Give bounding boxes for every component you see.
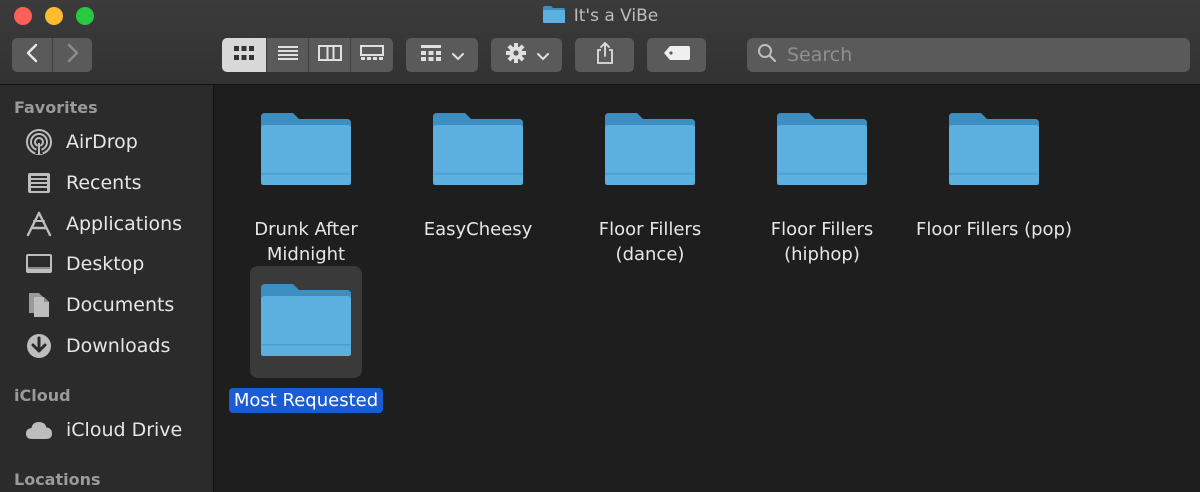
finder-window: It's a ViBe Search Favorites AirDrop Rec… [0, 0, 1200, 492]
folder-icon-wrap [250, 266, 362, 378]
icon-view-button[interactable] [222, 38, 266, 72]
chevron-down-icon [536, 46, 549, 65]
chevron-right-icon [66, 43, 80, 67]
group-by-button[interactable] [406, 38, 478, 72]
back-button[interactable] [12, 38, 52, 72]
sidebar-item-applications[interactable]: Applications [24, 207, 210, 241]
list-view-button[interactable] [266, 38, 308, 72]
sidebar-item-label: Downloads [66, 335, 171, 357]
folder-icon-wrap [422, 95, 534, 207]
gallery-icon [360, 45, 384, 65]
folder-icon-wrap [766, 95, 878, 207]
sidebar-item-label: Recents [66, 172, 142, 194]
window-title-bar: It's a ViBe [0, 3, 1200, 29]
folder-icon [947, 111, 1041, 191]
applications-icon [24, 209, 54, 239]
navigation-buttons [12, 38, 92, 72]
window-title: It's a ViBe [573, 6, 659, 26]
folder-icon-wrap [938, 95, 1050, 207]
folder-icon-wrap [250, 95, 362, 207]
grid-icon [233, 45, 255, 65]
list-icon [277, 45, 299, 65]
folder-name: Most Requested [228, 388, 384, 413]
folder-icon-wrap [594, 95, 706, 207]
folder-item[interactable]: EasyCheesy [408, 95, 548, 242]
tags-button[interactable] [647, 38, 706, 72]
gear-icon [505, 42, 527, 68]
file-browser-area: Drunk After Midnight EasyCheesy Floor Fi… [215, 85, 1200, 492]
minimize-window-button[interactable] [45, 7, 63, 25]
sidebar-item-icloud-drive[interactable]: iCloud Drive [24, 413, 210, 447]
sidebar-item-desktop[interactable]: Desktop [24, 247, 210, 281]
sidebar-item-label: Applications [66, 213, 183, 235]
icloud-icon [24, 415, 54, 445]
sidebar-item-documents[interactable]: Documents [24, 288, 210, 322]
folder-icon [775, 111, 869, 191]
sidebar-item-label: iCloud Drive [66, 419, 183, 441]
search-field[interactable] [747, 38, 1190, 72]
group-grid-icon [420, 44, 442, 66]
folder-item[interactable]: Floor Fillers (hiphop) [752, 95, 892, 267]
folder-name: Drunk After Midnight [254, 219, 358, 265]
folder-name: Floor Fillers (pop) [915, 219, 1073, 240]
airdrop-icon [24, 127, 54, 157]
folder-name: Floor Fillers (hiphop) [770, 219, 874, 265]
share-button[interactable] [575, 38, 634, 72]
folder-icon [431, 111, 525, 191]
view-mode-control [222, 38, 393, 72]
folder-item[interactable]: Floor Fillers (dance) [580, 95, 720, 267]
gallery-view-button[interactable] [350, 38, 393, 72]
sidebar-section-locations: Locations [14, 470, 101, 489]
desktop-icon [24, 249, 54, 279]
search-icon [757, 43, 777, 67]
chevron-down-icon [452, 46, 464, 65]
folder-icon [259, 111, 353, 191]
folder-item-selected[interactable]: Most Requested [226, 266, 386, 413]
chevron-left-icon [25, 43, 39, 67]
tag-icon [663, 45, 691, 65]
folder-icon [603, 111, 697, 191]
sidebar-item-label: Desktop [66, 253, 145, 275]
forward-button[interactable] [52, 38, 92, 72]
action-menu-button[interactable] [491, 38, 562, 72]
downloads-icon [24, 331, 54, 361]
sidebar-section-icloud: iCloud [14, 386, 71, 405]
sidebar-item-airdrop[interactable]: AirDrop [24, 125, 210, 159]
sidebar-item-label: AirDrop [66, 131, 138, 153]
close-window-button[interactable] [14, 7, 32, 25]
column-view-button[interactable] [308, 38, 350, 72]
documents-icon [24, 290, 54, 320]
folder-icon [542, 5, 566, 28]
folder-name: EasyCheesy [423, 219, 533, 240]
folder-name: Floor Fillers (dance) [598, 219, 702, 265]
recents-icon [24, 168, 54, 198]
sidebar-item-recents[interactable]: Recents [24, 166, 210, 200]
toolbar: It's a ViBe [0, 0, 1200, 85]
sidebar: Favorites AirDrop Recents Applications D… [0, 85, 214, 492]
share-icon [595, 41, 615, 69]
columns-icon [317, 45, 342, 65]
sidebar-item-downloads[interactable]: Downloads [24, 329, 210, 363]
folder-item[interactable]: Floor Fillers (pop) [904, 95, 1084, 242]
sidebar-item-label: Documents [66, 294, 175, 316]
zoom-window-button[interactable] [76, 7, 94, 25]
search-input[interactable] [785, 43, 1169, 67]
sidebar-section-favorites: Favorites [14, 98, 98, 117]
folder-icon [259, 282, 353, 362]
folder-item[interactable]: Drunk After Midnight [236, 95, 376, 267]
